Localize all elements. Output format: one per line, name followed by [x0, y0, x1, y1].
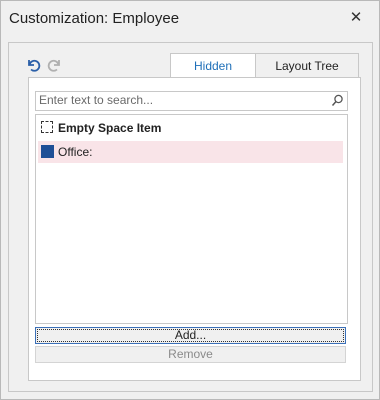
list-item-label: Office: — [58, 145, 93, 159]
layout-item-icon — [41, 145, 54, 158]
redo-icon[interactable] — [47, 56, 63, 72]
hidden-items-tab-content: Empty Space Item Office: Add... Remove — [28, 77, 361, 381]
list-item-office[interactable]: Office: — [38, 141, 343, 163]
title-bar: Customization: Employee ✕ — [1, 1, 379, 37]
tab-hidden-items[interactable]: Hidden Items — [170, 53, 256, 97]
list-item-label: Empty Space Item — [58, 121, 162, 135]
search-box — [35, 91, 348, 111]
undo-icon[interactable] — [25, 56, 41, 72]
customization-panel: Hidden Items Layout Tree View Empty Spac… — [8, 42, 373, 392]
empty-space-icon — [41, 121, 53, 133]
tab-layout-tree-view[interactable]: Layout Tree View — [255, 53, 359, 97]
window-title: Customization: Employee — [9, 10, 180, 27]
hidden-items-list: Empty Space Item Office: — [35, 114, 348, 324]
add-button[interactable]: Add... — [35, 327, 346, 344]
search-icon[interactable] — [331, 94, 344, 107]
customization-window: Customization: Employee ✕ Hidden Items L… — [0, 0, 380, 400]
close-button[interactable]: ✕ — [347, 9, 365, 27]
remove-button[interactable]: Remove — [35, 346, 346, 363]
list-item-empty-space[interactable]: Empty Space Item — [38, 117, 343, 139]
search-input[interactable] — [38, 92, 329, 108]
